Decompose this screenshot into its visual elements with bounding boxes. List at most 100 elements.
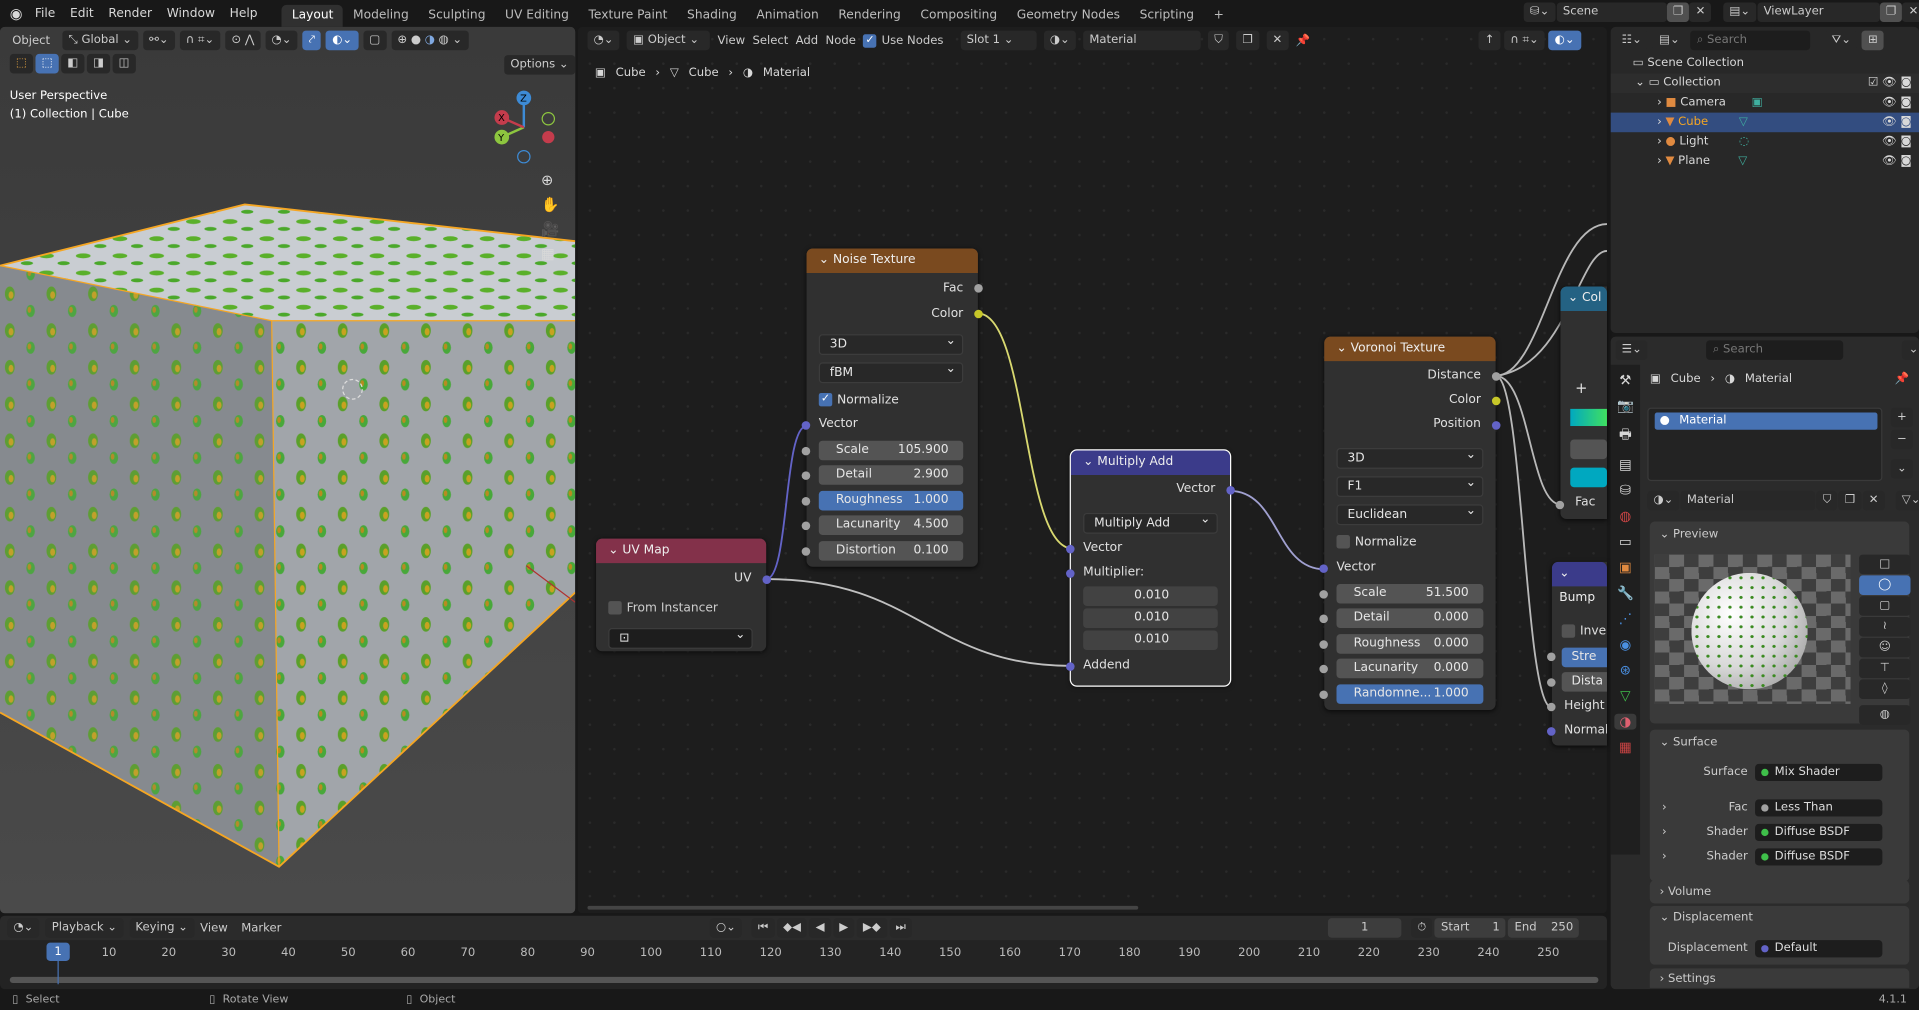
select-box-icon[interactable]: ⬚: [9, 53, 34, 74]
randomness-field[interactable]: Randomne... 1.000: [1336, 684, 1484, 704]
output-color-socket[interactable]: [974, 309, 983, 319]
editor-type-icon[interactable]: ☷⌄: [1615, 30, 1648, 51]
play-icon[interactable]: ▶: [833, 918, 855, 938]
properties-search-input[interactable]: ⌕ Search: [1706, 340, 1844, 360]
jump-start-icon[interactable]: ⏮: [751, 918, 775, 938]
view-layer-tab-icon[interactable]: ▤: [1619, 457, 1632, 473]
bump-normal-socket[interactable]: [1547, 727, 1556, 736]
3d-viewport[interactable]: Object ⤡ Global ⌄ ⚯⌄ ∩ ⌗⌄ ⊙ ⋀ ◔⌄ ⤤ ◐⌄ ▢ …: [0, 26, 576, 914]
shader-type-selector[interactable]: ▣ Object ⌄: [626, 30, 711, 51]
multiplier-z-field[interactable]: 0.010: [1083, 630, 1218, 651]
menu-file[interactable]: File: [35, 7, 55, 20]
scale-field[interactable]: Scale 51.500: [1336, 583, 1484, 604]
breadcrumb-object[interactable]: Cube: [616, 66, 646, 79]
node-header[interactable]: ⌄ Col: [1560, 286, 1607, 311]
outliner-item-light[interactable]: › ● Light ◌ 👁 ◙: [1611, 132, 1919, 152]
light-data-icon[interactable]: ◌: [1739, 135, 1749, 148]
visibility-icon[interactable]: ◔⌄: [265, 30, 298, 51]
bump-strength-socket[interactable]: [1547, 652, 1556, 662]
playhead[interactable]: 1: [46, 942, 70, 961]
color-ramp-gradient[interactable]: [1570, 408, 1607, 427]
zoom-icon[interactable]: ⊕: [541, 171, 559, 188]
lacunarity-field[interactable]: Lacunarity 4.500: [818, 515, 964, 535]
shading-modes[interactable]: ⊕ ● ◑ ◍ ⌄: [391, 30, 469, 51]
detail-field[interactable]: Detail 0.000: [1336, 608, 1484, 629]
tab-sculpting[interactable]: Sculpting: [419, 5, 496, 27]
tab-compositing[interactable]: Compositing: [911, 5, 1007, 27]
modifier-tab-icon[interactable]: 🔧: [1617, 585, 1634, 601]
tab-geometry-nodes[interactable]: Geometry Nodes: [1007, 5, 1130, 27]
distance-field[interactable]: Dista: [1561, 672, 1607, 692]
object-tab-icon[interactable]: ▣: [1619, 559, 1632, 575]
normalize-checkbox[interactable]: ✓ Normalize: [818, 392, 899, 407]
collection-row[interactable]: ⌄ ▭ Collection ☑ 👁 ◙: [1610, 73, 1919, 94]
output-color-socket[interactable]: [1491, 396, 1501, 406]
ortho-grid-icon[interactable]: ▦: [541, 245, 559, 262]
select-new-icon[interactable]: ⬚: [35, 53, 59, 74]
texture-tab-icon[interactable]: ▦: [1619, 739, 1632, 755]
input-lacunarity-socket[interactable]: [1319, 664, 1328, 674]
node-color-ramp[interactable]: ⌄ Col + Fac: [1560, 286, 1607, 520]
end-frame-field[interactable]: End 250: [1508, 918, 1580, 938]
pan-hand-icon[interactable]: ✋: [541, 196, 559, 213]
node-bump[interactable]: ⌄ Bump Inve Stre Dista Height Normal: [1551, 561, 1607, 746]
row-toggles[interactable]: 👁 ◙: [1882, 113, 1912, 133]
invert-checkbox[interactable]: Inve: [1561, 624, 1606, 638]
fake-user-icon[interactable]: ⛉: [1816, 490, 1838, 511]
jump-keyframe-forward-icon[interactable]: ▶◆: [856, 918, 887, 938]
input-scale-socket[interactable]: [801, 446, 811, 456]
input-multiplier-socket[interactable]: [1066, 569, 1075, 578]
preview-world-icon[interactable]: ◍: [1859, 705, 1911, 725]
node-noise-texture[interactable]: ⌄ Noise Texture Fac Color 3D fBM ✓ Normal…: [801, 248, 983, 567]
slot-selector[interactable]: Slot 1 ⌄: [960, 30, 1037, 51]
material-browse-icon[interactable]: ◑⌄: [1043, 30, 1076, 51]
new-collection-icon[interactable]: ⊞: [1862, 30, 1885, 51]
editor-type-icon[interactable]: ◔⌄: [7, 918, 40, 938]
snap-icon[interactable]: ∩ ⌗⌄: [179, 30, 221, 51]
camera-data-icon[interactable]: ▣: [1752, 95, 1763, 108]
use-nodes-checkbox[interactable]: ✓ Use Nodes: [863, 33, 943, 48]
breadcrumb-mesh[interactable]: Cube: [689, 66, 719, 79]
auto-keying-icon[interactable]: ○⌄: [709, 918, 742, 938]
menu-select[interactable]: Select: [752, 34, 788, 47]
viewlayer-selector[interactable]: ▤⌄ ViewLayer ❐ ✕: [1723, 2, 1919, 23]
unlink-icon[interactable]: ✕: [1862, 490, 1885, 511]
preview-flat-icon[interactable]: □: [1859, 554, 1911, 575]
pin-icon[interactable]: 📌: [1895, 372, 1909, 385]
playback-menu[interactable]: Playback ⌄: [45, 918, 124, 938]
surface-shader-field[interactable]: Mix Shader: [1755, 763, 1883, 782]
node-header[interactable]: ⌄ Multiply Add: [1070, 450, 1231, 475]
mode-selector[interactable]: Object: [12, 34, 50, 47]
breadcrumb-material[interactable]: Material: [763, 66, 810, 79]
normalize-checkbox[interactable]: Normalize: [1336, 534, 1417, 549]
new-scene-icon[interactable]: ❐: [1666, 2, 1690, 23]
physics-tab-icon[interactable]: ◉: [1619, 637, 1631, 653]
stop-color-swatch[interactable]: [1570, 467, 1607, 488]
tab-shading[interactable]: Shading: [677, 5, 746, 27]
input-scale-socket[interactable]: [1319, 590, 1328, 599]
distance-metric-dropdown[interactable]: Euclidean: [1336, 502, 1484, 526]
input-detail-socket[interactable]: [1319, 614, 1328, 624]
bump-height-socket[interactable]: [1547, 702, 1556, 712]
mesh-data-icon[interactable]: ▽: [1739, 115, 1748, 128]
roughness-field[interactable]: Roughness 1.000: [818, 490, 964, 511]
node-header[interactable]: ⌄ UV Map: [596, 538, 767, 564]
collection-tab-icon[interactable]: ▭: [1619, 534, 1632, 550]
select-intersect-icon[interactable]: ◫: [112, 53, 136, 74]
add-stop-icon[interactable]: +: [1575, 380, 1587, 397]
input-roughness-socket[interactable]: [1319, 640, 1328, 649]
tab-scripting[interactable]: Scripting: [1130, 5, 1204, 27]
gizmo-icon[interactable]: ⤤: [302, 30, 322, 51]
input-vector-socket[interactable]: [801, 421, 811, 430]
output-distance-socket[interactable]: [1491, 372, 1501, 381]
surface-toggle[interactable]: ⌄ Surface: [1660, 736, 1718, 749]
multiplier-x-field[interactable]: 0.010: [1083, 586, 1218, 606]
scene-tab-icon[interactable]: ⛁: [1620, 482, 1631, 498]
node-header[interactable]: ⌄ Noise Texture: [806, 248, 978, 273]
blender-logo-icon[interactable]: ◉: [10, 5, 23, 22]
browse-material-icon[interactable]: ◑⌄: [1647, 490, 1680, 511]
color-ramp-fac-socket[interactable]: [1555, 500, 1565, 510]
render-tab-icon[interactable]: 📷: [1617, 398, 1634, 414]
output-tab-icon[interactable]: 🖶: [1619, 424, 1632, 447]
input-detail-socket[interactable]: [801, 471, 811, 480]
